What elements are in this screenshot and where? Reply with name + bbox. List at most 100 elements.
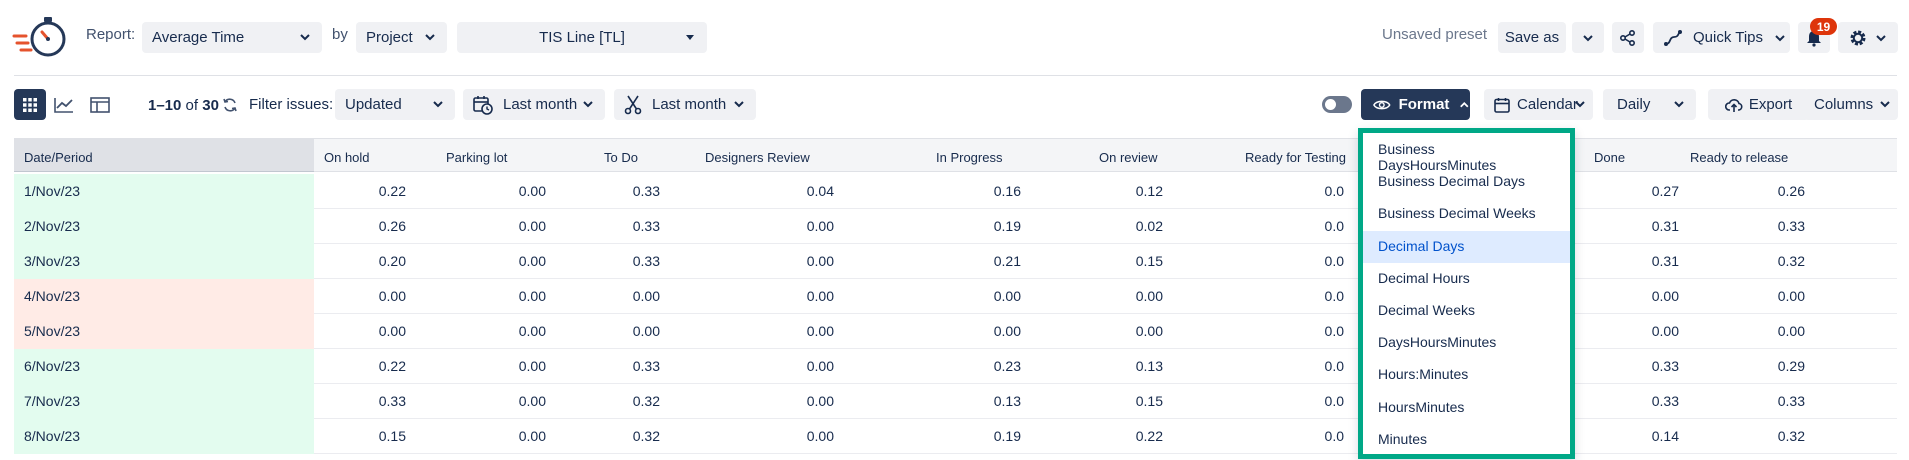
save-as-button[interactable]: Save as <box>1498 22 1566 53</box>
value-cell: 0.20 <box>378 253 406 269</box>
date-range-select-1[interactable]: Last month <box>463 89 605 120</box>
calendar-icon <box>1494 97 1510 113</box>
export-button[interactable]: Export <box>1708 89 1809 120</box>
cloud-upload-icon <box>1724 98 1743 112</box>
value-cell: 0.32 <box>632 393 660 409</box>
columns-select[interactable]: Columns <box>1804 89 1898 120</box>
settings-button[interactable] <box>1838 22 1898 53</box>
report-select[interactable]: Average Time <box>142 22 322 53</box>
columns-label: Columns <box>1814 96 1874 113</box>
refresh-icon[interactable] <box>222 97 238 113</box>
column-header[interactable]: To Do <box>604 150 638 165</box>
calendar-select[interactable]: Calendar <box>1484 89 1593 120</box>
format-option[interactable]: Decimal Days <box>1363 230 1570 263</box>
interval-select[interactable]: Daily <box>1603 89 1696 120</box>
value-cell: 0.13 <box>993 393 1021 409</box>
value-cell: 0.00 <box>806 428 834 444</box>
report-select-value: Average Time <box>152 29 245 46</box>
date-cell: 1/Nov/23 <box>14 174 314 209</box>
value-cell: 0.33 <box>632 218 660 234</box>
project-select[interactable]: TIS Line [TL] <box>457 22 707 53</box>
calendar-clock-icon <box>473 95 493 115</box>
value-cell: 0.15 <box>378 428 406 444</box>
format-option[interactable]: DaysHoursMinutes <box>1363 327 1570 359</box>
value-cell: 0.33 <box>1651 393 1679 409</box>
preset-status: Unsaved preset <box>1382 26 1488 43</box>
interval-value: Daily <box>1617 96 1651 113</box>
value-cell: 0.00 <box>806 253 834 269</box>
table-header: Date/Period On hold Parking lot To Do De… <box>14 138 1897 172</box>
value-cell: 0.00 <box>378 288 406 304</box>
value-cell: 0.22 <box>378 183 406 199</box>
chevron-down-icon <box>1575 101 1585 108</box>
format-option[interactable]: HoursMinutes <box>1363 392 1570 424</box>
format-option[interactable]: Business Decimal Days <box>1363 166 1570 198</box>
group-by-select[interactable]: Project <box>356 22 447 53</box>
column-header[interactable]: Designers Review <box>705 150 810 165</box>
format-option[interactable]: Decimal Hours <box>1363 263 1570 295</box>
column-header[interactable]: In Progress <box>936 150 1002 165</box>
format-option[interactable]: Business Decimal Weeks <box>1363 198 1570 230</box>
chevron-down-icon <box>425 34 435 41</box>
value-cell: 0.04 <box>806 183 834 199</box>
value-cell: 0.00 <box>518 218 546 234</box>
grid-icon <box>23 97 37 112</box>
column-header[interactable]: Ready to release <box>1690 150 1788 165</box>
line-chart-icon <box>54 97 73 113</box>
date-cell: 5/Nov/23 <box>14 314 314 349</box>
column-header[interactable]: Parking lot <box>446 150 507 165</box>
toggle-knob <box>1325 99 1336 110</box>
table-row[interactable]: 8/Nov/23 0.15 0.00 0.32 0.00 0.19 0.22 0.0 0.14 0… <box>14 419 1897 454</box>
value-cell: 0.32 <box>1777 253 1805 269</box>
filter-issues-select[interactable]: Updated <box>335 89 455 120</box>
value-cell: 0.00 <box>806 358 834 374</box>
toggle-switch[interactable] <box>1322 96 1352 113</box>
format-option[interactable]: Minutes <box>1363 424 1570 456</box>
chevron-down-icon <box>583 101 593 108</box>
value-cell: 0.22 <box>378 358 406 374</box>
grid-view-button[interactable] <box>14 89 46 120</box>
format-option[interactable]: Decimal Weeks <box>1363 295 1570 327</box>
column-header[interactable]: On review <box>1099 150 1158 165</box>
table-row[interactable]: 7/Nov/23 0.33 0.00 0.32 0.00 0.13 0.15 0.0 0.33 0… <box>14 384 1897 419</box>
date-range-value-2: Last month <box>652 96 727 113</box>
value-cell: 0.00 <box>806 218 834 234</box>
format-button[interactable]: Format <box>1361 89 1470 120</box>
column-header[interactable]: Done <box>1594 150 1625 165</box>
value-cell: 0.00 <box>1651 288 1679 304</box>
layout-view-button[interactable] <box>84 89 116 120</box>
value-cell: 0.31 <box>1651 253 1679 269</box>
value-cell: 0.33 <box>632 358 660 374</box>
value-cell: 0.27 <box>1651 183 1679 199</box>
column-header[interactable]: Ready for Testing <box>1245 150 1346 165</box>
share-icon <box>1619 29 1636 46</box>
value-cell: 0.00 <box>632 288 660 304</box>
value-cell: 0.22 <box>1135 428 1163 444</box>
eye-icon <box>1373 100 1391 109</box>
save-options-button[interactable] <box>1572 22 1604 53</box>
value-cell: 0.14 <box>1651 428 1679 444</box>
value-cell: 0.00 <box>518 393 546 409</box>
format-option[interactable]: Hours:Minutes <box>1363 359 1570 391</box>
table-row[interactable]: 1/Nov/23 0.22 0.00 0.33 0.04 0.16 0.12 0.0 0.27 0… <box>14 174 1897 209</box>
value-cell: 0.33 <box>1777 393 1805 409</box>
value-cell: 0.32 <box>632 428 660 444</box>
format-option[interactable]: Business DaysHoursMinutes <box>1363 134 1570 173</box>
chart-view-button[interactable] <box>48 89 80 120</box>
table-row[interactable]: 5/Nov/23 0.00 0.00 0.00 0.00 0.00 0.00 0.0 0.00 0… <box>14 314 1897 349</box>
share-button[interactable] <box>1612 22 1644 53</box>
table-row[interactable]: 4/Nov/23 0.00 0.00 0.00 0.00 0.00 0.00 0.0 0.00 0… <box>14 279 1897 314</box>
table-row[interactable]: 2/Nov/23 0.26 0.00 0.33 0.00 0.19 0.02 0.0 0.31 0… <box>14 209 1897 244</box>
table-row[interactable]: 6/Nov/23 0.22 0.00 0.33 0.00 0.23 0.13 0.0 0.33 0… <box>14 349 1897 384</box>
column-header[interactable]: On hold <box>324 150 370 165</box>
quick-tips-button[interactable]: Quick Tips <box>1653 22 1790 53</box>
value-cell: 0.00 <box>518 288 546 304</box>
value-cell: 0.00 <box>993 323 1021 339</box>
date-cell: 8/Nov/23 <box>14 419 314 454</box>
table-row[interactable]: 3/Nov/23 0.20 0.00 0.33 0.00 0.21 0.15 0.0 0.31 0… <box>14 244 1897 279</box>
column-header[interactable]: Date/Period <box>24 150 93 165</box>
value-cell: 0.19 <box>993 218 1021 234</box>
value-cell: 0.33 <box>1777 218 1805 234</box>
stopwatch-logo-icon <box>12 17 66 57</box>
date-range-select-2[interactable]: Last month <box>614 89 756 120</box>
